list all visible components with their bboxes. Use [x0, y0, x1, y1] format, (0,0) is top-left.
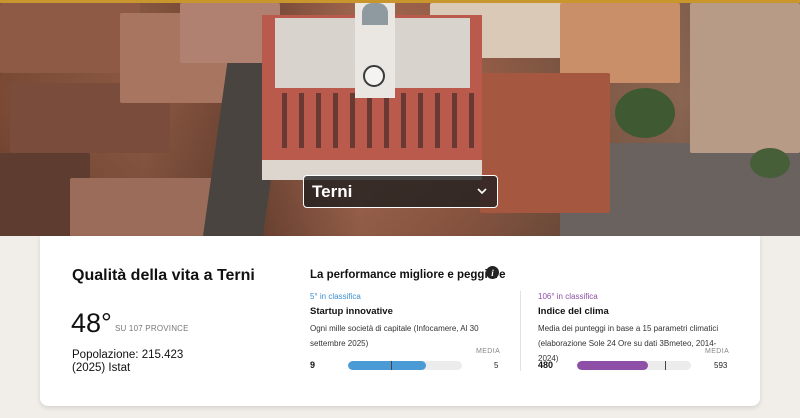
- best-media-marker: [391, 361, 392, 370]
- best-rank: 5° in classifica: [310, 292, 361, 301]
- worst-media-value: 593: [714, 361, 728, 370]
- worst-indicator: 106° in classifica Indice del clima Medi…: [538, 292, 730, 366]
- building-windows: [270, 93, 475, 148]
- overall-rank: 48°: [71, 308, 112, 338]
- best-value: 9: [310, 360, 316, 370]
- trees: [615, 88, 675, 138]
- worst-value: 480: [538, 360, 554, 370]
- quality-of-life-card: Qualità della vita a Terni 48° SU 107 PR…: [40, 236, 760, 406]
- roof-block: [690, 3, 800, 153]
- clock-tower-top: [362, 3, 388, 25]
- worst-indicator-description: Media dei punteggi in base a 15 parametr…: [538, 324, 719, 363]
- worst-bar-track: [577, 361, 691, 370]
- worst-bar-fill: [577, 361, 648, 370]
- card-title: Qualità della vita a Terni: [72, 267, 255, 284]
- population-value: Popolazione: 215.423: [72, 349, 184, 361]
- best-bar-fill: [348, 361, 426, 370]
- worst-media-marker: [665, 361, 666, 370]
- best-media-value: 5: [494, 361, 499, 370]
- chevron-down-icon: [475, 185, 489, 199]
- best-indicator: 5° in classifica Startup innovative Ogni…: [310, 292, 502, 351]
- best-bar-track: [348, 361, 462, 370]
- worst-media-label: MEDIA: [705, 348, 730, 355]
- city-select-value: Terni: [312, 181, 353, 201]
- column-divider: [520, 291, 521, 371]
- trees: [750, 148, 790, 178]
- roof-block: [560, 3, 680, 83]
- hero-aerial-photo: Terni: [0, 3, 800, 236]
- worst-rank: 106° in classifica: [538, 292, 598, 301]
- clock-face: [363, 65, 385, 87]
- roof-block: [480, 73, 610, 213]
- worst-indicator-name: Indice del clima: [538, 306, 609, 317]
- roof-block: [0, 3, 140, 73]
- population-source: (2025) Istat: [72, 362, 131, 374]
- best-media-label: MEDIA: [476, 348, 501, 355]
- best-indicator-name: Startup innovative: [310, 306, 393, 317]
- city-select-dropdown[interactable]: Terni: [303, 175, 498, 208]
- overall-rank-subtitle: SU 107 PROVINCE: [115, 324, 189, 333]
- info-icon[interactable]: i: [486, 266, 499, 279]
- performance-heading: La performance migliore e peggiore: [310, 269, 506, 281]
- best-indicator-description: Ogni mille società di capitale (Infocame…: [310, 324, 479, 348]
